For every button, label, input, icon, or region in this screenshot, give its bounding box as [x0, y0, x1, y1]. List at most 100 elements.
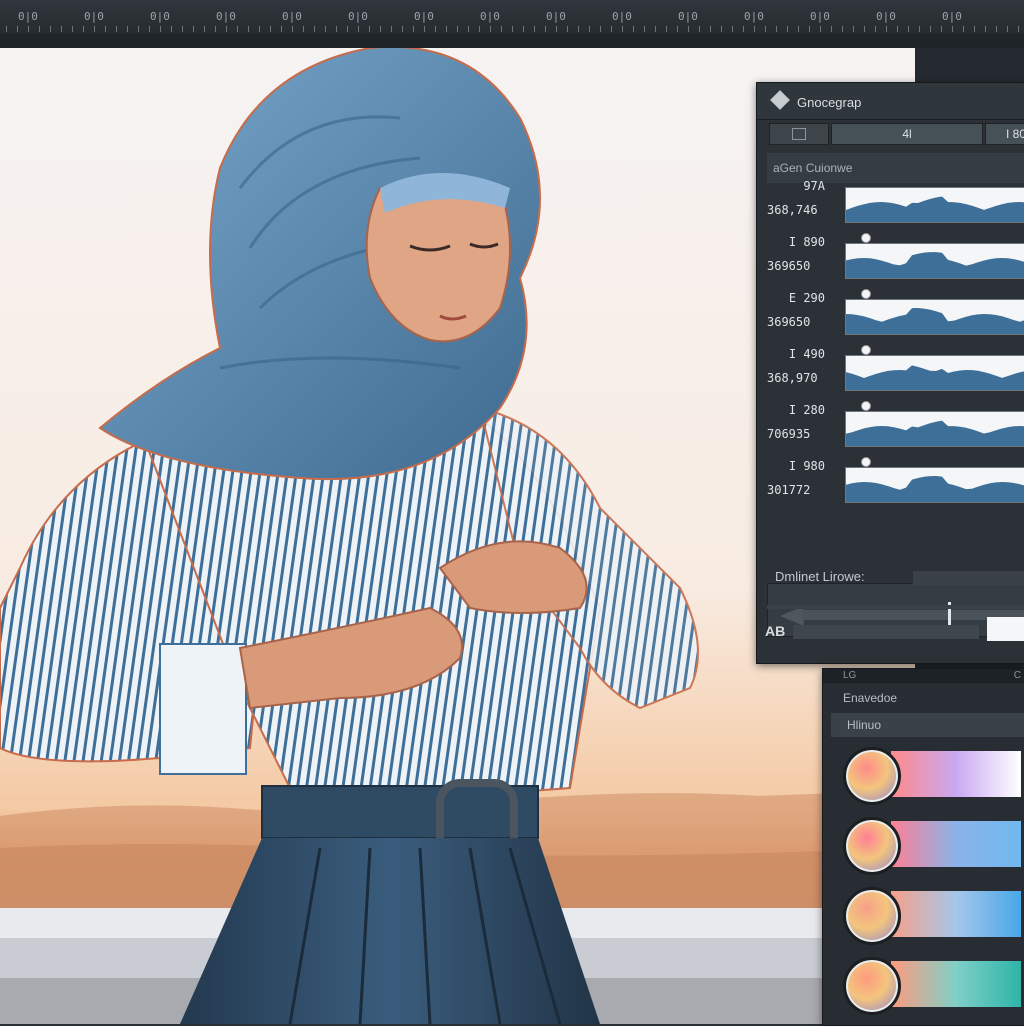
ruler-minor-tick — [864, 26, 865, 32]
histogram-graph[interactable] — [845, 467, 1024, 503]
histogram-graph[interactable] — [845, 411, 1024, 447]
panel2-title: Enavedoe — [843, 691, 898, 705]
histogram-area — [846, 420, 1024, 446]
ruler-minor-tick — [6, 26, 7, 32]
gradient-swatch-row[interactable] — [839, 955, 1024, 1015]
ruler-tick: 0|0 — [876, 10, 896, 23]
ruler-minor-tick — [193, 26, 194, 32]
ruler-minor-tick — [149, 26, 150, 32]
ruler-minor-tick — [919, 26, 920, 32]
ruler-minor-tick — [413, 26, 414, 32]
ruler-minor-tick — [842, 26, 843, 32]
gradients-panel: LG C Enavedoe Hlinuo — [822, 668, 1024, 1026]
panel-header[interactable]: Gnocegrap — [757, 83, 1024, 120]
divider — [767, 605, 1024, 609]
panel2-header-left: LG — [843, 670, 857, 681]
histogram-area — [846, 365, 1024, 390]
toolbar-value-field-2[interactable]: I 80 — [985, 123, 1024, 145]
image-frame-icon[interactable] — [769, 123, 829, 145]
ruler-tick: 0|0 — [942, 10, 962, 23]
histogram-handle[interactable] — [861, 345, 871, 355]
histogram-area — [846, 252, 1024, 278]
ruler-minor-tick — [930, 26, 931, 32]
histogram-graph[interactable] — [845, 187, 1024, 223]
gradient-bar[interactable] — [891, 751, 1021, 797]
histogram-handle[interactable] — [861, 401, 871, 411]
histogram-handle[interactable] — [861, 289, 871, 299]
ruler-minor-tick — [347, 26, 348, 32]
histogram-graph[interactable] — [845, 355, 1024, 391]
ruler-minor-tick — [380, 26, 381, 32]
ruler-minor-tick — [567, 26, 568, 32]
canvas-frame-bar — [0, 34, 1024, 48]
histogram-label-top: I 890 — [788, 235, 825, 249]
gradient-swatch-row[interactable] — [839, 885, 1024, 945]
gradient-circle-icon[interactable] — [843, 957, 901, 1015]
ruler-minor-tick — [578, 26, 579, 32]
histogram-graph[interactable] — [845, 243, 1024, 279]
histogram-handle[interactable] — [861, 457, 871, 467]
panel2-header: LG C — [823, 669, 1024, 683]
histogram-handle[interactable] — [861, 233, 871, 243]
histogram-label-bottom: 706935 — [767, 427, 811, 441]
ruler-minor-tick — [908, 26, 909, 32]
ruler-minor-tick — [655, 26, 656, 32]
toolbar-value-field[interactable]: 4l — [831, 123, 983, 145]
histogram-area — [846, 196, 1024, 222]
ruler-minor-tick — [710, 26, 711, 32]
gradient-bar[interactable] — [891, 891, 1021, 937]
ruler-minor-tick — [204, 26, 205, 32]
histogram-label-bottom: 369650 — [767, 259, 811, 273]
ruler-minor-tick — [105, 26, 106, 32]
ruler-minor-tick — [72, 26, 73, 32]
ruler-minor-tick — [446, 26, 447, 32]
histogram-label-top: I 980 — [788, 459, 825, 473]
ruler-minor-tick — [248, 26, 249, 32]
ruler-tick: 0|0 — [150, 10, 170, 23]
ruler-minor-tick — [358, 26, 359, 32]
ruler-minor-tick — [17, 26, 18, 32]
ruler-minor-tick — [391, 26, 392, 32]
gradient-swatch-row[interactable] — [839, 745, 1024, 805]
gradient-bar[interactable] — [891, 821, 1021, 867]
ruler-tick: 0|0 — [546, 10, 566, 23]
adjustments-panel: Gnocegrap 4l I 80 aGen Cuionwe 97A 368,74… — [756, 82, 1024, 664]
gradient-circle-icon[interactable] — [843, 887, 901, 945]
ruler-minor-tick — [336, 26, 337, 32]
ruler-minor-tick — [171, 26, 172, 32]
histogram-graph[interactable] — [845, 299, 1024, 335]
panel2-subtitle: Hlinuo — [831, 713, 1024, 737]
ruler-minor-tick — [754, 26, 755, 32]
color-chip-white[interactable] — [987, 617, 1024, 641]
ruler-tick: 0|0 — [348, 10, 368, 23]
ruler-minor-tick — [28, 26, 29, 32]
ruler-minor-tick — [886, 26, 887, 32]
ruler-minor-tick — [160, 26, 161, 32]
ruler-minor-tick — [809, 26, 810, 32]
ruler-minor-tick — [435, 26, 436, 32]
ruler-minor-tick — [369, 26, 370, 32]
ruler-tick: 0|0 — [216, 10, 236, 23]
ruler-minor-tick — [996, 26, 997, 32]
ruler-minor-tick — [666, 26, 667, 32]
gradient-bar[interactable] — [891, 961, 1021, 1007]
ruler-minor-tick — [303, 26, 304, 32]
ruler-minor-tick — [787, 26, 788, 32]
ruler-minor-tick — [622, 26, 623, 32]
histogram-label-top: I 490 — [788, 347, 825, 361]
ruler-minor-tick — [50, 26, 51, 32]
histogram-label-top: E 290 — [788, 291, 825, 305]
gradient-circle-icon[interactable] — [843, 817, 901, 875]
ruler-minor-tick — [237, 26, 238, 32]
ruler-minor-tick — [688, 26, 689, 32]
ruler-minor-tick — [556, 26, 557, 32]
ruler-minor-tick — [952, 26, 953, 32]
gradient-swatch-row[interactable] — [839, 815, 1024, 875]
gradient-circle-icon[interactable] — [843, 747, 901, 805]
ruler-minor-tick — [402, 26, 403, 32]
ruler-minor-tick — [534, 26, 535, 32]
ab-field[interactable] — [793, 625, 979, 639]
ruler-minor-tick — [589, 26, 590, 32]
label-input-field[interactable] — [913, 571, 1024, 585]
ruler-minor-tick — [545, 26, 546, 32]
